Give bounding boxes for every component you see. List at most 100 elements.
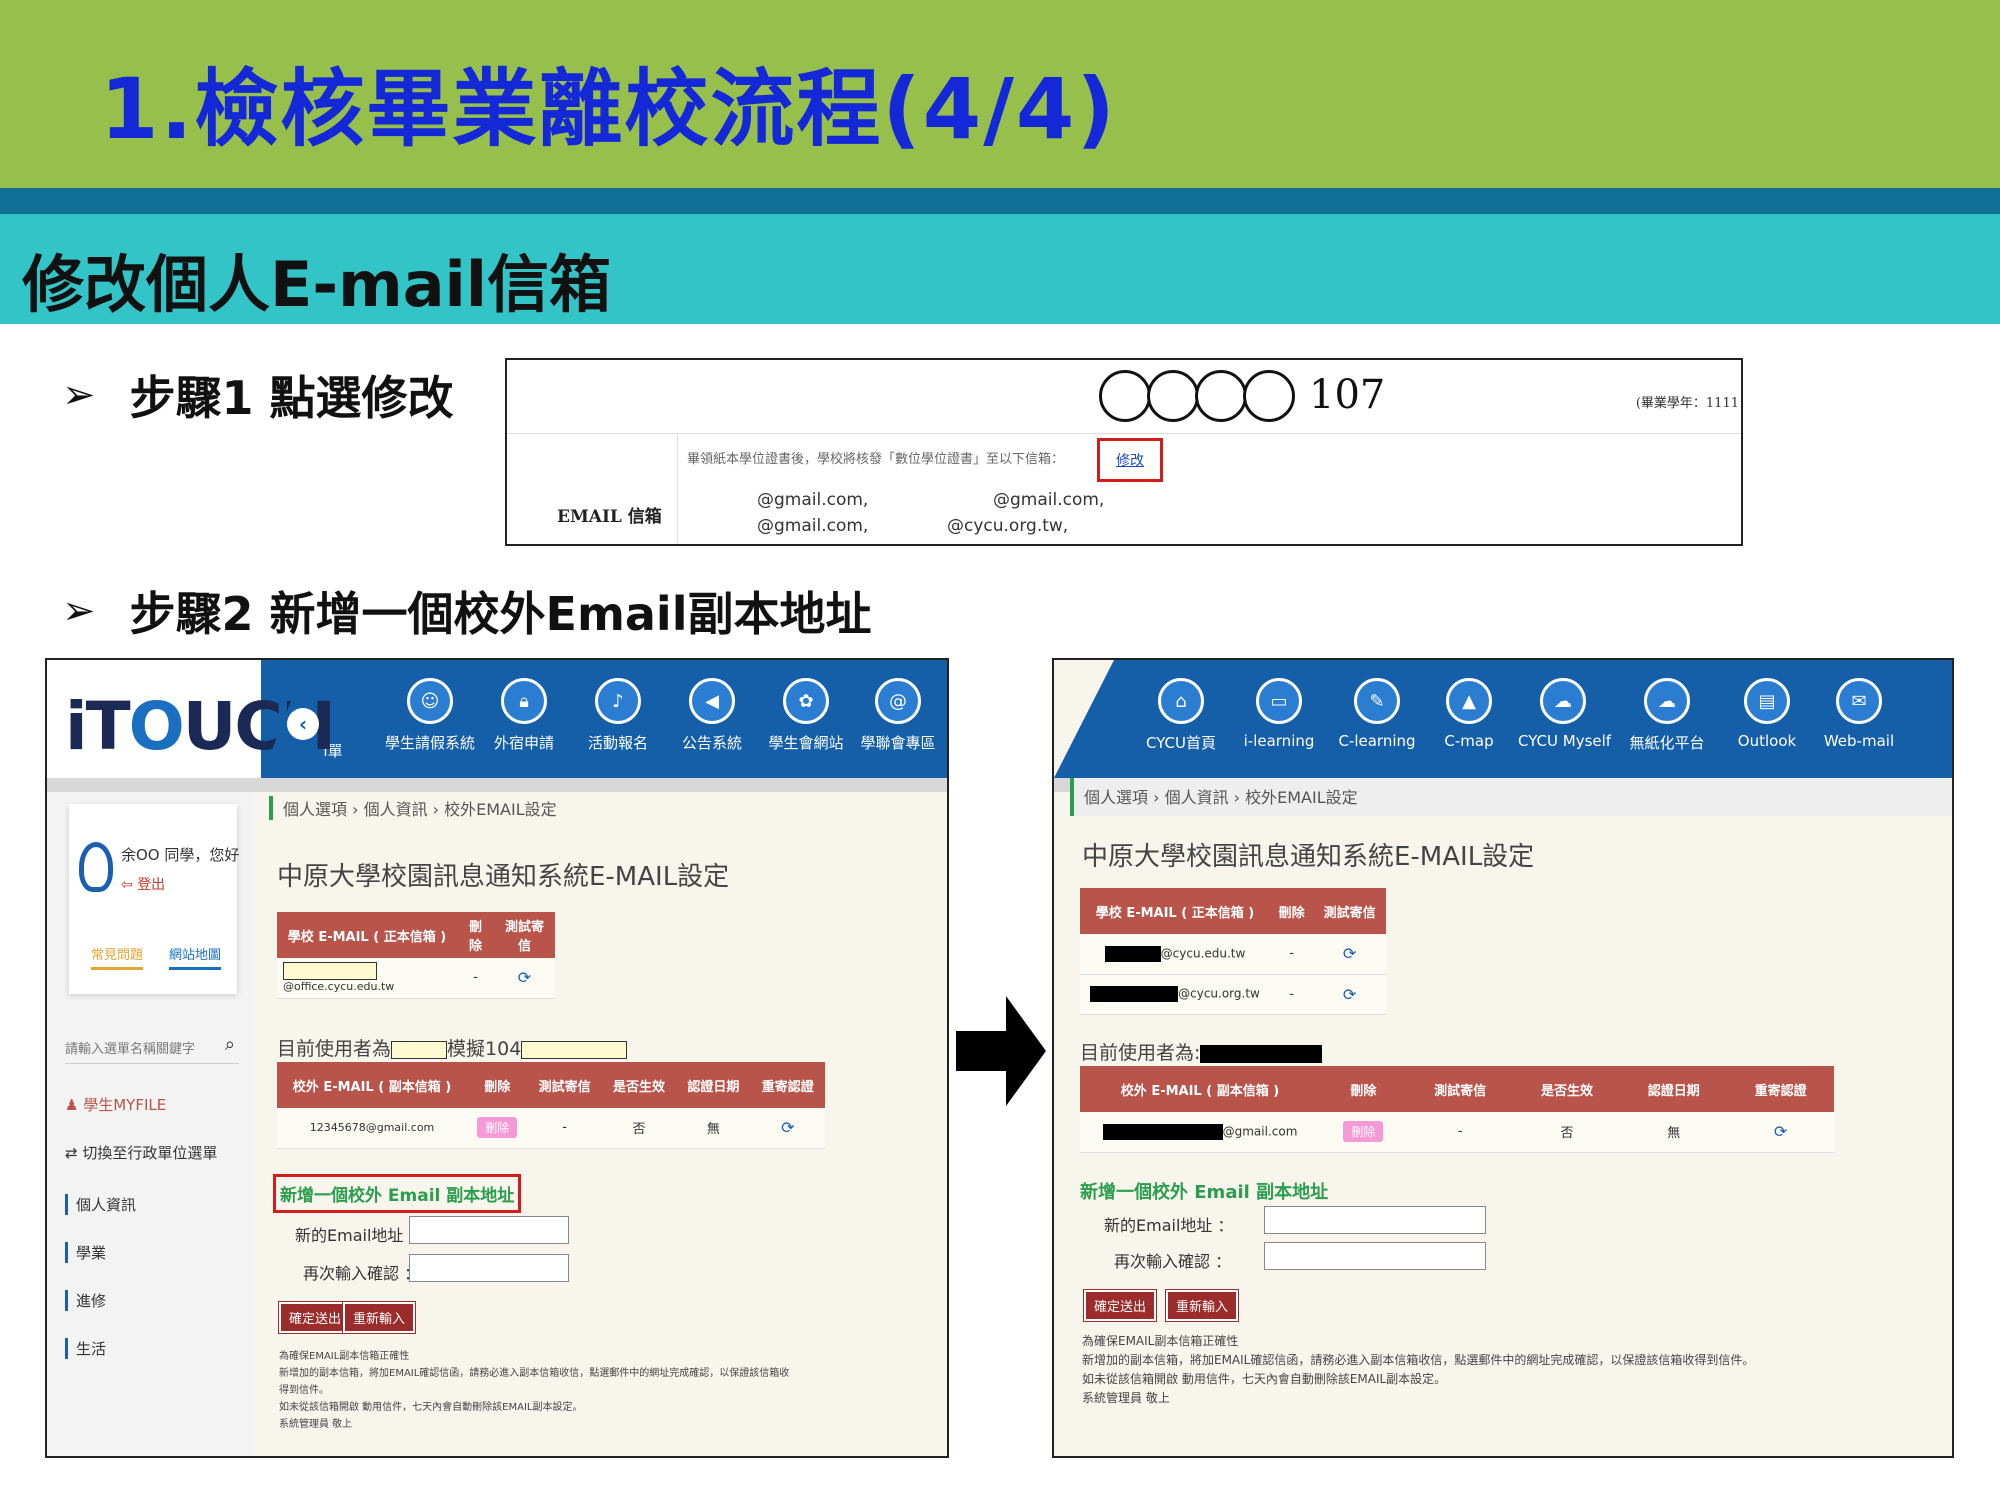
new-email-input[interactable] [409, 1216, 569, 1244]
nav-c-map[interactable]: ▲ C-map [1424, 678, 1514, 750]
mountain-icon: ▲ [1446, 678, 1492, 724]
step2-label: 步驟2 新增一個校外Email副本地址 [129, 587, 872, 641]
col-header: 重寄認證 [1727, 1066, 1834, 1112]
bullet-arrow-icon: ➢ [62, 372, 96, 418]
column-divider [677, 434, 678, 544]
lock-icon: 🔒︎ [501, 678, 547, 724]
nav-student-union[interactable]: ✿ 學生會網站 [761, 678, 851, 753]
sidebar-item-academic[interactable]: 學業 [65, 1242, 106, 1263]
col-header: 測試寄信 [1313, 888, 1386, 934]
myfile-link[interactable]: ♟ 學生MYFILE [65, 1094, 166, 1115]
mask-circle [1195, 370, 1247, 422]
cloud-icon: ☁ [1540, 678, 1586, 724]
external-email-table: 校外 E-MAIL ( 副本信箱 ) 刪除 測試寄信 是否生效 認證日期 重寄認… [277, 1062, 825, 1149]
delete-button[interactable]: 刪除 [477, 1117, 518, 1139]
header-shadow [47, 778, 947, 792]
nav-activity-signup[interactable]: ♪ 活動報名 [573, 678, 663, 753]
notice-text: 為確保EMAIL副本信箱正確性 新增加的副本信箱，將加EMAIL確認信函，請務必… [1082, 1334, 1755, 1405]
nav-web-mail[interactable]: ✉ Web-mail [1814, 678, 1904, 750]
col-header: 認證日期 [676, 1062, 751, 1108]
col-header: 校外 E-MAIL ( 副本信箱 ) [277, 1062, 467, 1108]
email-label: EMAIL 信箱 [557, 507, 662, 527]
step2-heading: ➢ 步驟2 新增一個校外Email副本地址 [62, 578, 871, 644]
search-icon[interactable]: ⌕ [225, 1034, 235, 1055]
name-mask [391, 1040, 448, 1059]
at-icon: @ [875, 678, 921, 724]
sidebar-item-personal[interactable]: 個人資訊 [65, 1194, 136, 1215]
resend-icon[interactable]: ⟳ [781, 1118, 794, 1137]
user-greeting: 余OO 同學，您好 [121, 846, 240, 864]
step1-label: 步驟1 點選修改 [129, 371, 454, 425]
col-header: 認證日期 [1620, 1066, 1728, 1112]
new-email-input[interactable] [1264, 1206, 1486, 1234]
group-icon: ✿ [783, 678, 829, 724]
nav-union-area[interactable]: @ 學聯會專區 [853, 678, 943, 753]
sitemap-link[interactable]: 網站地圖 [169, 944, 222, 970]
bell-icon: ♪ [595, 678, 641, 724]
step1-heading: ➢ 步驟1 點選修改 [62, 362, 454, 428]
submit-button[interactable]: 確定送出 [277, 1301, 353, 1334]
add-email-title: 新增一個校外 Email 副本地址 [1080, 1182, 1329, 1203]
subtitle-band: 修改個人E-mail信箱 [0, 214, 2000, 324]
menu-search-input[interactable]: 請輸入選單名稱關鍵字 ⌕ [65, 1028, 239, 1064]
reset-button[interactable]: 重新輸入 [341, 1301, 417, 1334]
resend-icon[interactable]: ⟳ [1774, 1122, 1787, 1141]
test-mail-icon[interactable]: ⟳ [1343, 985, 1356, 1004]
faq-link[interactable]: 常見問題 [91, 944, 144, 970]
table-row: @cycu.edu.tw - ⟳ [1080, 934, 1386, 975]
col-header: 測試寄信 [527, 1062, 602, 1108]
nav-c-learning[interactable]: ✎ C-learning [1332, 678, 1422, 750]
delete-button[interactable]: 刪除 [1343, 1121, 1384, 1143]
mail-icon: ✉ [1836, 678, 1882, 724]
nav-outlook[interactable]: ▤ Outlook [1722, 678, 1812, 750]
home-icon: ⌂ [1158, 678, 1204, 724]
slide-title: 1.檢核畢業離校流程(4/4) [100, 60, 1117, 158]
school-email-table: 學校 E-MAIL ( 正本信箱 ) 刪除 測試寄信 @cycu.edu.tw … [1080, 888, 1386, 1015]
sidebar: 余OO 同學，您好 ⇦ 登出 常見問題 網站地圖 請輸入選單名稱關鍵字 ⌕ ♟ … [47, 792, 255, 1456]
col-header: 刪除 [1320, 1066, 1407, 1112]
test-mail-icon[interactable]: ⟳ [518, 968, 531, 987]
external-email-table: 校外 E-MAIL ( 副本信箱 ) 刪除 測試寄信 是否生效 認證日期 重寄認… [1080, 1066, 1834, 1153]
notice-text: 為確保EMAIL副本信箱正確性 新增加的副本信箱，將加EMAIL確認信函，請務必… [279, 1351, 790, 1430]
person-icon: ☺ [407, 678, 453, 724]
back-arrow-icon[interactable]: ‹ [287, 708, 319, 740]
new-email-label: 新的Email地址 ： [1104, 1216, 1234, 1235]
confirm-email-input[interactable] [409, 1254, 569, 1282]
mask-circle [1243, 370, 1295, 422]
current-user: 目前使用者為 模擬104 [277, 1034, 628, 1061]
confirm-email-label: 再次輸入確認 ： [303, 1264, 421, 1283]
page-title: 中原大學校園訊息通知系統E-MAIL設定 [1082, 842, 1535, 872]
nav-i-learning[interactable]: ▭ i-learning [1234, 678, 1324, 750]
nav-cycu-myself[interactable]: ☁ CYCU Myself [1518, 678, 1611, 750]
email-item: @gmail.com, [993, 490, 1105, 510]
switch-unit-link[interactable]: ⇄ 切換至行政單位選單 [65, 1142, 217, 1163]
bullet-arrow-icon: ➢ [62, 588, 96, 634]
col-header: 測試寄信 [494, 912, 555, 958]
edit-email-link[interactable]: 修改 [1116, 450, 1144, 470]
sidebar-item-life[interactable]: 生活 [65, 1338, 106, 1359]
sidebar-item-study[interactable]: 進修 [65, 1290, 106, 1311]
submit-button[interactable]: 確定送出 [1082, 1289, 1158, 1322]
nav-announcement[interactable]: ◀ 公告系統 [667, 678, 757, 753]
test-mail-icon[interactable]: ⟳ [1343, 944, 1356, 963]
megaphone-icon: ◀ [689, 678, 735, 724]
nav-leave-system[interactable]: ☺ 學生請假系統 [385, 678, 475, 753]
confirm-email-input[interactable] [1264, 1242, 1486, 1270]
nav-paperless[interactable]: ☁ 無紙化平台 [1622, 678, 1712, 753]
nav-wedge [1054, 660, 1114, 778]
year-text: 107 [1309, 372, 1386, 418]
col-header: 是否生效 [1513, 1066, 1621, 1112]
nav-cycu-home[interactable]: ⌂ CYCU首頁 [1136, 678, 1226, 753]
col-header: 刪除 [457, 912, 494, 958]
col-header: 刪除 [467, 1062, 528, 1108]
logout-link[interactable]: ⇦ 登出 [121, 874, 165, 894]
col-header: 學校 E-MAIL ( 正本信箱 ) [1080, 888, 1270, 934]
itouch-screenshot: i單 ☺ 學生請假系統 🔒︎ 外宿申請 ♪ 活動報名 ◀ 公告系統 ✿ 學生會網… [45, 658, 949, 1458]
user-card: 余OO 同學，您好 ⇦ 登出 常見問題 網站地圖 [69, 804, 240, 994]
confirm-email-label: 再次輸入確認 ： [1114, 1252, 1232, 1271]
current-user: 目前使用者為: [1080, 1038, 1323, 1065]
graduate-header-row: 107 (畢業學年：1111 [507, 360, 1741, 434]
col-header: 學校 E-MAIL ( 正本信箱 ) [277, 912, 457, 958]
reset-button[interactable]: 重新輸入 [1164, 1289, 1240, 1322]
nav-dorm-apply[interactable]: 🔒︎ 外宿申請 [479, 678, 569, 753]
